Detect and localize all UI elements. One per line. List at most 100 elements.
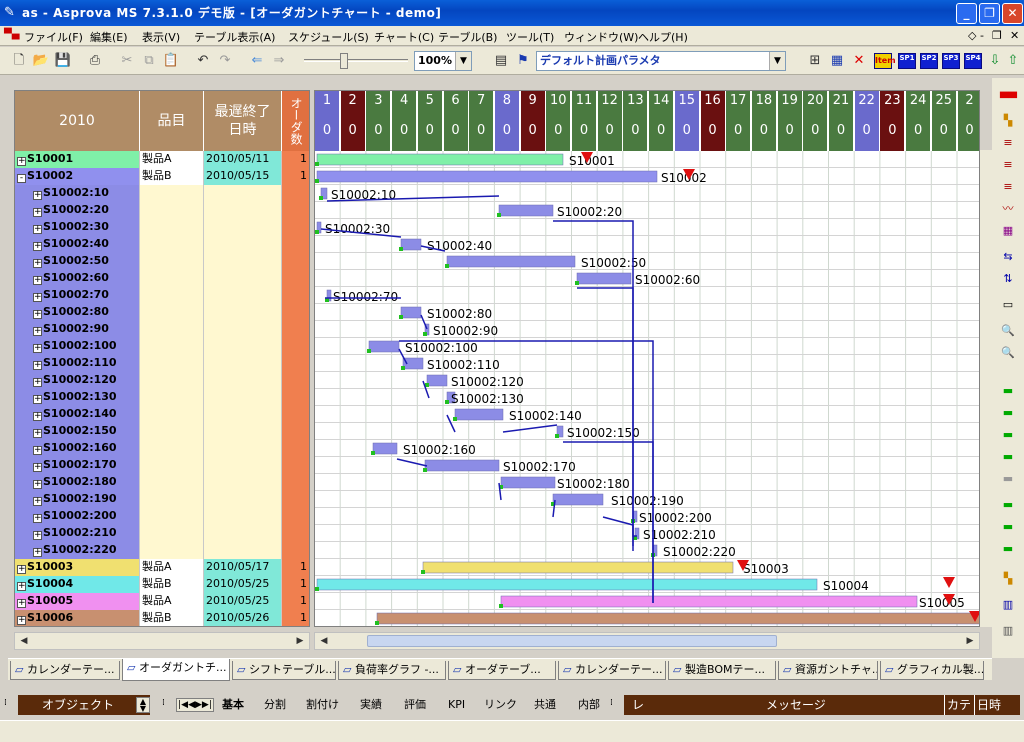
- due-date-cell[interactable]: 2010/05/25: [204, 576, 282, 593]
- calendar-day[interactable]: 24 0: [906, 91, 932, 151]
- arrows-icon[interactable]: ⇅: [1000, 272, 1016, 286]
- expand-toggle-icon[interactable]: +: [33, 191, 42, 200]
- order-code-cell[interactable]: +S10002:140: [15, 406, 140, 423]
- property-tab[interactable]: 評価: [404, 695, 426, 715]
- paste-icon[interactable]: 📋: [162, 52, 180, 70]
- header-year[interactable]: 2010: [15, 91, 140, 151]
- menu-table[interactable]: テーブル(B): [438, 29, 497, 45]
- scroll-right-icon[interactable]: ▶: [292, 634, 308, 648]
- calendar-day[interactable]: 20: [957, 91, 979, 151]
- expand-toggle-icon[interactable]: +: [17, 157, 26, 166]
- due-date-cell[interactable]: [204, 372, 282, 389]
- property-tab[interactable]: 基本: [222, 695, 244, 715]
- menu-help[interactable]: ヘルプ(H): [638, 29, 688, 45]
- order-code-cell[interactable]: +S10002:10: [15, 185, 140, 202]
- expand-toggle-icon[interactable]: -: [17, 174, 26, 183]
- calendar-day[interactable]: 14 0: [649, 91, 675, 151]
- order-code-cell[interactable]: +S10002:190: [15, 491, 140, 508]
- property-tab[interactable]: 内部: [578, 695, 600, 715]
- order-code-cell[interactable]: +S10002:150: [15, 423, 140, 440]
- order-code-cell[interactable]: +S10004: [15, 576, 140, 593]
- copy-icon[interactable]: ⧉: [140, 52, 158, 70]
- window-tab[interactable]: ▱ オーダテーブ...: [448, 661, 556, 680]
- expand-toggle-icon[interactable]: +: [33, 480, 42, 489]
- window-tab[interactable]: ▱ カレンダーテー...: [558, 661, 666, 680]
- order-count-cell[interactable]: [282, 508, 309, 525]
- order-count-cell[interactable]: [282, 406, 309, 423]
- table-row[interactable]: +S10002:170: [15, 457, 309, 474]
- menu-table-view[interactable]: テーブル表示(A): [194, 29, 275, 45]
- item-cell[interactable]: [140, 185, 204, 202]
- table-row[interactable]: +S10002:40: [15, 236, 309, 253]
- msg-category-header[interactable]: カテ: [944, 695, 971, 715]
- table-row[interactable]: +S10002:190: [15, 491, 309, 508]
- table-row[interactable]: +S10002:30: [15, 219, 309, 236]
- expand-toggle-icon[interactable]: +: [17, 599, 26, 608]
- bar-style-4-icon[interactable]: ▬: [1000, 450, 1016, 464]
- property-tab[interactable]: 分割: [264, 695, 286, 715]
- expand-toggle-icon[interactable]: +: [33, 259, 42, 268]
- table-row[interactable]: +S10002:150: [15, 423, 309, 440]
- hierarchy-icon[interactable]: ⊞: [806, 52, 824, 70]
- zoom-slider-thumb[interactable]: [340, 53, 348, 69]
- table-row[interactable]: +S10002:200: [15, 508, 309, 525]
- object-spin-icon[interactable]: ▲ ▼: [136, 697, 150, 713]
- table-row[interactable]: - S10002 製品B 2010/05/15 1: [15, 168, 309, 185]
- table-row[interactable]: +S10002:10: [15, 185, 309, 202]
- window-tab[interactable]: ▱ オーダガントチ...: [122, 659, 230, 681]
- sp2-button[interactable]: SP2: [920, 53, 938, 69]
- item-button[interactable]: Item: [874, 53, 896, 69]
- order-code-cell[interactable]: +S10002:160: [15, 440, 140, 457]
- filter-icon[interactable]: ≡: [1000, 158, 1016, 172]
- scroll-left-icon[interactable]: ◀: [316, 634, 332, 648]
- calendar-day[interactable]: 12 0: [597, 91, 623, 151]
- sp4-button[interactable]: SP4: [964, 53, 982, 69]
- table-row[interactable]: +S10002:160: [15, 440, 309, 457]
- order-count-cell[interactable]: [282, 542, 309, 559]
- order-count-cell[interactable]: [282, 202, 309, 219]
- zoom-select[interactable]: 100% ▼: [414, 51, 472, 71]
- sort-icon[interactable]: ≡: [1000, 180, 1016, 194]
- item-cell[interactable]: 製品B: [140, 576, 204, 593]
- due-date-cell[interactable]: [204, 423, 282, 440]
- due-date-cell[interactable]: [204, 508, 282, 525]
- order-count-cell[interactable]: [282, 236, 309, 253]
- mdi-restore-icon[interactable]: ◇ -: [968, 29, 984, 42]
- menu-view[interactable]: 表示(V): [142, 29, 180, 45]
- calendar-day[interactable]: 25 0: [931, 91, 957, 151]
- order-count-cell[interactable]: [282, 474, 309, 491]
- order-code-cell[interactable]: +S10002:220: [15, 542, 140, 559]
- header-item[interactable]: 品目: [140, 91, 204, 151]
- order-code-cell[interactable]: +S10005: [15, 593, 140, 610]
- scroll-thumb[interactable]: [367, 635, 777, 647]
- header-due[interactable]: 最遅終了 日時: [204, 91, 282, 151]
- order-code-cell[interactable]: +S10001: [15, 151, 140, 168]
- table-hscroll[interactable]: ◀ ▶: [14, 632, 310, 650]
- sp3-button[interactable]: SP3: [942, 53, 960, 69]
- expand-toggle-icon[interactable]: +: [33, 242, 42, 251]
- table-row[interactable]: +S10002:60: [15, 270, 309, 287]
- due-date-cell[interactable]: [204, 236, 282, 253]
- expand-toggle-icon[interactable]: +: [17, 565, 26, 574]
- expand-toggle-icon[interactable]: +: [33, 446, 42, 455]
- window-tab[interactable]: ▱ 負荷率グラフ -...: [338, 661, 446, 680]
- forward-arrow-icon[interactable]: ⇒: [270, 52, 288, 70]
- order-count-cell[interactable]: [282, 338, 309, 355]
- header-count[interactable]: オーダ数: [282, 91, 309, 151]
- expand-toggle-icon[interactable]: +: [33, 429, 42, 438]
- table-row[interactable]: +S10002:180: [15, 474, 309, 491]
- order-code-cell[interactable]: +S10002:50: [15, 253, 140, 270]
- order-count-cell[interactable]: [282, 457, 309, 474]
- item-cell[interactable]: 製品A: [140, 559, 204, 576]
- due-date-cell[interactable]: 2010/05/17: [204, 559, 282, 576]
- order-count-cell[interactable]: [282, 287, 309, 304]
- item-cell[interactable]: [140, 355, 204, 372]
- backward-schedule-icon[interactable]: ⇧: [1004, 52, 1022, 70]
- calendar-day[interactable]: 21 0: [829, 91, 854, 151]
- expand-toggle-icon[interactable]: +: [33, 548, 42, 557]
- menu-edit[interactable]: 編集(E): [90, 29, 128, 45]
- open-folder-icon[interactable]: 📂: [32, 52, 50, 70]
- order-code-cell[interactable]: +S10002:80: [15, 304, 140, 321]
- expand-toggle-icon[interactable]: +: [33, 225, 42, 234]
- item-cell[interactable]: [140, 525, 204, 542]
